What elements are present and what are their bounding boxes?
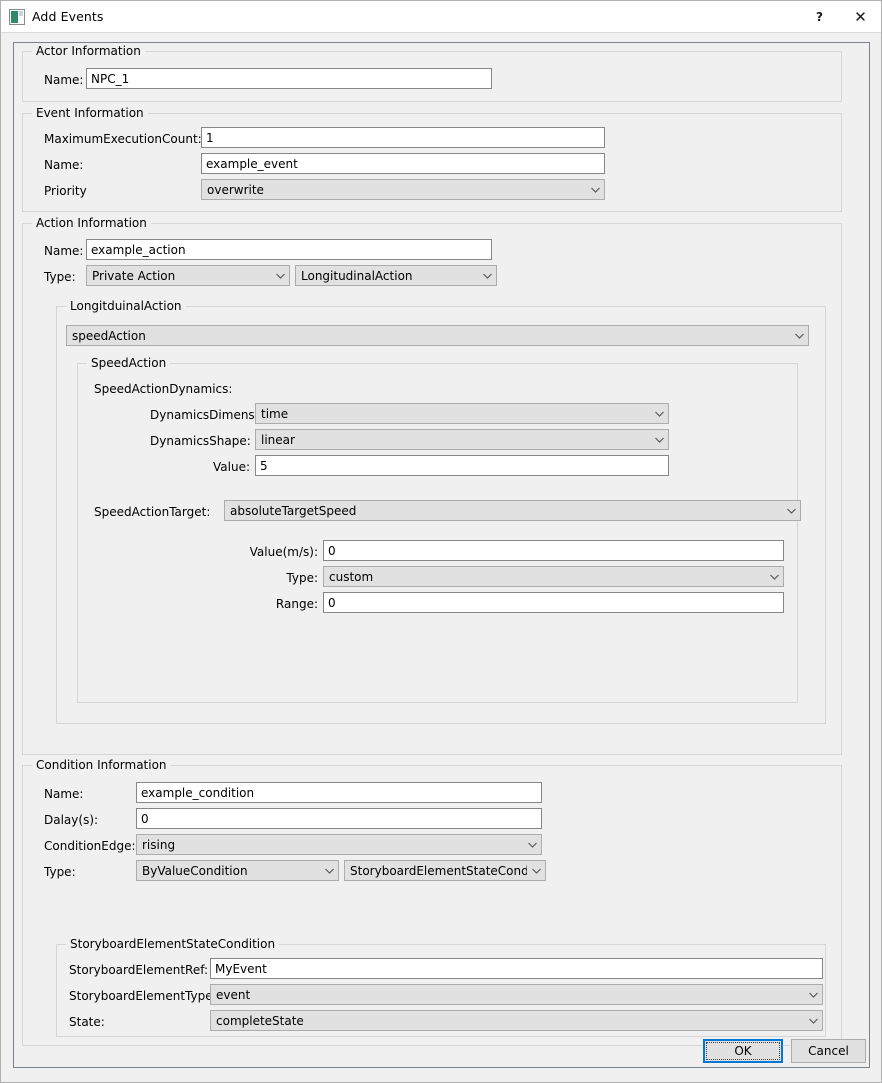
- chevron-down-icon: [650, 404, 668, 423]
- title-bar-buttons: ? ✕: [799, 1, 881, 32]
- ok-button[interactable]: OK: [703, 1039, 783, 1063]
- actor-information-group: Actor Information Name: NPC_1: [22, 44, 842, 102]
- storyboard-element-type-combo[interactable]: event: [210, 984, 823, 1005]
- action-type-label: Type:: [44, 270, 76, 284]
- target-range-label: Range:: [275, 597, 318, 611]
- max-execution-count-label: MaximumExecutionCount:: [44, 132, 202, 146]
- chevron-down-icon: [790, 326, 808, 345]
- chevron-down-icon: [765, 567, 783, 586]
- event-priority-combo[interactable]: overwrite: [201, 179, 605, 200]
- speed-action-dynamics-label: SpeedActionDynamics:: [94, 382, 233, 396]
- condition-name-label: Name:: [44, 787, 84, 801]
- dynamics-value-input[interactable]: 5: [255, 455, 669, 476]
- speed-action-target-label: SpeedActionTarget:: [94, 505, 211, 519]
- target-type-label: Type:: [286, 571, 318, 585]
- chevron-down-icon: [782, 501, 800, 520]
- action-information-legend: Action Information: [32, 216, 151, 230]
- condition-type-value: ByValueCondition: [142, 863, 248, 878]
- condition-edge-combo[interactable]: rising: [136, 834, 542, 855]
- actor-name-input[interactable]: NPC_1: [86, 68, 492, 89]
- speed-action-group: SpeedAction SpeedActionDynamics: Dynamic…: [77, 356, 801, 703]
- storyboard-state-label: State:: [69, 1015, 105, 1029]
- action-name-input[interactable]: example_action: [86, 239, 492, 260]
- storyboard-element-ref-label: StoryboardElementRef:: [69, 963, 209, 977]
- condition-edge-label: ConditionEdge:: [44, 839, 136, 853]
- storyboard-element-ref-input[interactable]: MyEvent: [210, 958, 823, 979]
- action-name-label: Name:: [44, 244, 84, 258]
- event-information-group: Event Information MaximumExecutionCount:…: [22, 106, 842, 212]
- dynamics-dimension-combo[interactable]: time: [255, 403, 669, 424]
- speed-action-target-value: absoluteTargetSpeed: [230, 503, 357, 518]
- condition-type-combo[interactable]: ByValueCondition: [136, 860, 339, 881]
- condition-type-label: Type:: [44, 865, 76, 879]
- condition-delay-input[interactable]: 0: [136, 808, 542, 829]
- cancel-button[interactable]: Cancel: [791, 1039, 866, 1063]
- chevron-down-icon: [271, 266, 289, 285]
- max-execution-count-input[interactable]: 1: [201, 127, 605, 148]
- chevron-down-icon: [804, 985, 822, 1004]
- help-icon[interactable]: ?: [799, 1, 840, 32]
- actor-name-label: Name:: [44, 73, 84, 87]
- speed-action-target-combo[interactable]: absoluteTargetSpeed: [224, 500, 801, 521]
- dynamics-shape-combo[interactable]: linear: [255, 429, 669, 450]
- action-information-group: Action Information Name: example_action …: [22, 216, 842, 755]
- condition-name-input[interactable]: example_condition: [136, 782, 542, 803]
- longitudinal-action-value: speedAction: [72, 328, 146, 343]
- condition-delay-label: Dalay(s):: [44, 813, 99, 827]
- action-subtype-value: LongitudinalAction: [301, 268, 413, 283]
- action-type-value: Private Action: [92, 268, 176, 283]
- action-type-combo[interactable]: Private Action: [86, 265, 290, 286]
- chevron-down-icon: [523, 835, 541, 854]
- target-type-value: custom: [329, 569, 374, 584]
- cancel-button-label: Cancel: [808, 1044, 849, 1058]
- storyboard-state-value: completeState: [216, 1013, 304, 1028]
- dynamics-dimension-value: time: [261, 406, 289, 421]
- speed-action-legend: SpeedAction: [87, 356, 171, 370]
- condition-edge-value: rising: [142, 837, 176, 852]
- add-events-dialog: Add Events ? ✕ Actor Information Name: N…: [0, 0, 882, 1083]
- dynamics-shape-value: linear: [261, 432, 295, 447]
- condition-information-group: Condition Information Name: example_cond…: [22, 758, 842, 1046]
- dynamics-value-label: Value:: [213, 460, 250, 474]
- event-name-label: Name:: [44, 158, 84, 172]
- title-bar-separator: [1, 32, 881, 33]
- storyboard-state-combo[interactable]: completeState: [210, 1010, 823, 1031]
- chevron-down-icon: [478, 266, 496, 285]
- actor-information-legend: Actor Information: [32, 44, 145, 58]
- window-app-icon: [9, 8, 25, 25]
- chevron-down-icon: [320, 861, 338, 880]
- longitudinal-action-legend: LongitduinalAction: [66, 299, 186, 313]
- condition-information-legend: Condition Information: [32, 758, 171, 772]
- chevron-down-icon: [527, 861, 545, 880]
- event-information-legend: Event Information: [32, 106, 148, 120]
- target-type-combo[interactable]: custom: [323, 566, 784, 587]
- dialog-client-area: Actor Information Name: NPC_1 Event Info…: [13, 42, 870, 1068]
- dynamics-dimension-label: DynamicsDimension:: [150, 408, 278, 422]
- target-range-input[interactable]: 0: [323, 592, 784, 613]
- storyboard-element-state-condition-group: StoryboardElementStateCondition Storyboa…: [56, 937, 826, 1037]
- storyboard-element-type-value: event: [216, 987, 251, 1002]
- event-priority-label: Priority: [44, 184, 87, 198]
- close-icon[interactable]: ✕: [840, 1, 881, 32]
- action-subtype-combo[interactable]: LongitudinalAction: [295, 265, 497, 286]
- condition-subtype-value: StoryboardElementStateConditi: [350, 863, 527, 878]
- window-title: Add Events: [32, 9, 104, 24]
- event-name-input[interactable]: example_event: [201, 153, 605, 174]
- title-bar: Add Events ? ✕: [1, 1, 881, 32]
- longitudinal-action-group: LongitduinalAction speedAction SpeedActi…: [56, 299, 826, 724]
- chevron-down-icon: [586, 180, 604, 199]
- condition-subtype-combo[interactable]: StoryboardElementStateConditi: [344, 860, 546, 881]
- chevron-down-icon: [804, 1011, 822, 1030]
- dynamics-shape-label: DynamicsShape:: [150, 434, 251, 448]
- event-priority-value: overwrite: [207, 182, 264, 197]
- chevron-down-icon: [650, 430, 668, 449]
- storyboard-condition-legend: StoryboardElementStateCondition: [66, 937, 280, 951]
- target-speed-input[interactable]: 0: [323, 540, 784, 561]
- ok-button-label: OK: [734, 1044, 752, 1058]
- longitudinal-action-combo[interactable]: speedAction: [66, 325, 809, 346]
- storyboard-element-type-label: StoryboardElementType: [69, 989, 213, 1003]
- target-speed-label: Value(m/s):: [249, 545, 318, 559]
